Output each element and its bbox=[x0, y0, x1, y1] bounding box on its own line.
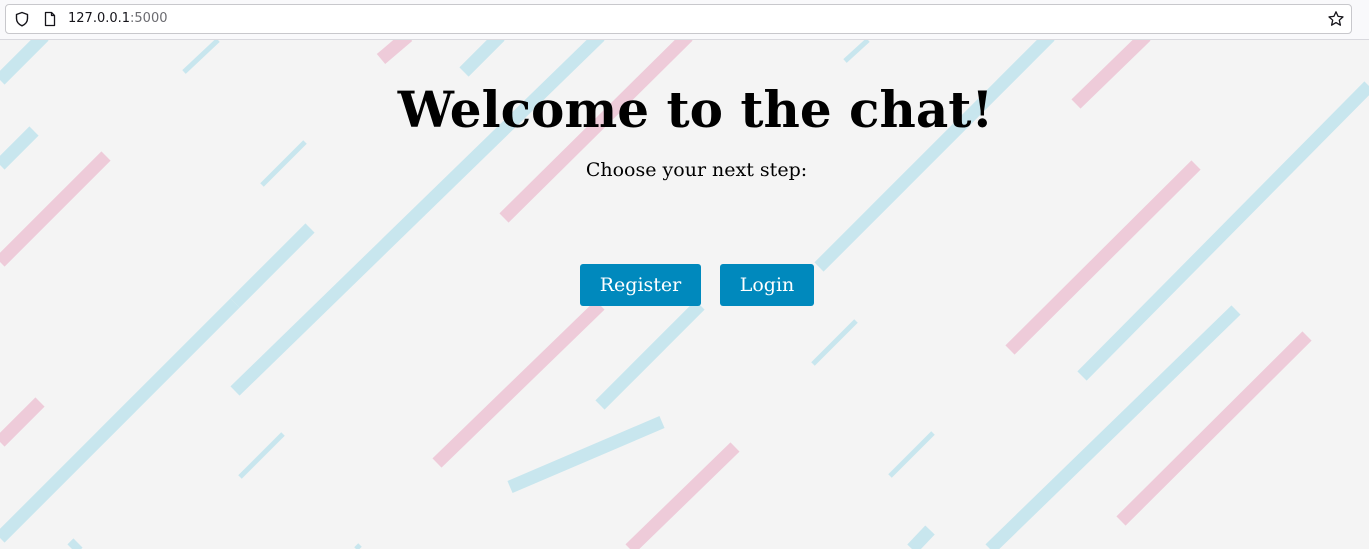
stripe bbox=[595, 300, 705, 410]
url-port: :5000 bbox=[130, 11, 168, 26]
page-content: Welcome to the chat! Choose your next st… bbox=[0, 40, 1369, 549]
stripe bbox=[507, 416, 665, 493]
address-bar[interactable]: 127.0.0.1:5000 bbox=[5, 4, 1352, 34]
stripe bbox=[238, 432, 285, 479]
page-title: Welcome to the chat! bbox=[397, 80, 994, 139]
page-subtitle: Choose your next step: bbox=[585, 159, 808, 181]
stripe bbox=[1116, 331, 1312, 526]
stripe bbox=[376, 40, 413, 64]
stripe bbox=[811, 319, 858, 366]
url-text[interactable]: 127.0.0.1:5000 bbox=[68, 11, 168, 27]
stripe bbox=[230, 223, 315, 308]
stripe bbox=[432, 300, 605, 468]
stripe bbox=[0, 40, 49, 85]
login-button[interactable]: Login bbox=[720, 264, 814, 306]
stripe bbox=[907, 525, 935, 549]
browser-toolbar: 127.0.0.1:5000 bbox=[0, 0, 1369, 40]
shield-icon[interactable] bbox=[14, 11, 30, 27]
stripe bbox=[1005, 160, 1201, 355]
stripe bbox=[0, 397, 45, 447]
stripe bbox=[843, 40, 870, 63]
stripe bbox=[182, 40, 220, 74]
stripe bbox=[814, 40, 1055, 272]
stripe bbox=[625, 442, 740, 549]
page-icon bbox=[44, 11, 56, 27]
stripe bbox=[354, 543, 362, 549]
stripe bbox=[888, 431, 935, 478]
stripe bbox=[67, 538, 83, 549]
stripe bbox=[459, 40, 505, 77]
register-button[interactable]: Register bbox=[580, 264, 701, 306]
stripe bbox=[0, 298, 240, 543]
star-icon[interactable] bbox=[1327, 10, 1345, 28]
url-host: 127.0.0.1 bbox=[68, 11, 131, 26]
